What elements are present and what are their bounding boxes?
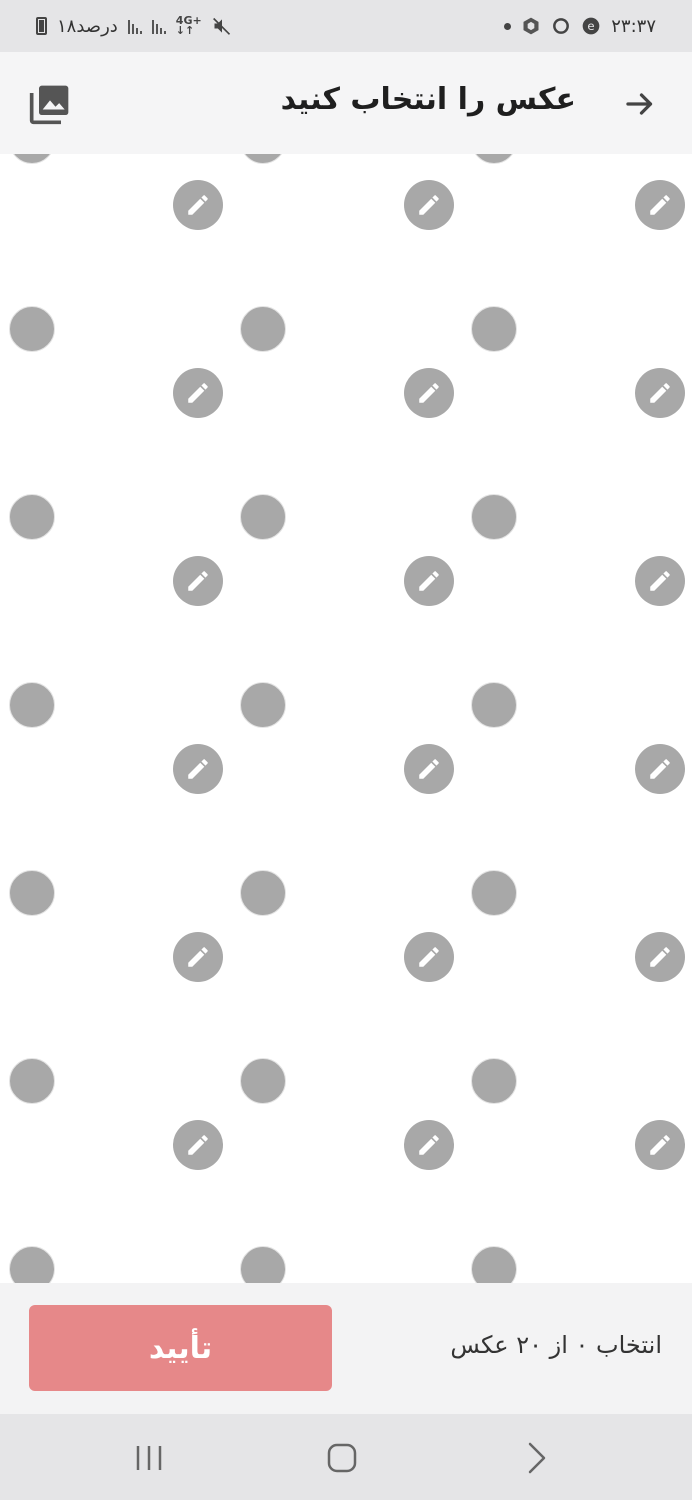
- select-circle[interactable]: [240, 1246, 286, 1283]
- photo-tile[interactable]: [462, 894, 692, 1170]
- photo-tile[interactable]: [462, 706, 692, 982]
- photo-tile[interactable]: [0, 154, 231, 418]
- photo-tile[interactable]: [231, 1082, 462, 1283]
- svg-text:e: e: [588, 19, 595, 33]
- recent-apps-icon[interactable]: [129, 1438, 169, 1478]
- home-icon[interactable]: [322, 1438, 362, 1478]
- photo-library-icon[interactable]: [28, 82, 72, 126]
- app-bar: عکس را انتخاب کنید: [0, 52, 692, 154]
- photo-tile[interactable]: [231, 706, 462, 982]
- photo-tile[interactable]: [462, 518, 692, 794]
- back-chevron-icon[interactable]: [516, 1438, 556, 1478]
- selection-count: انتخاب ۰ از ۲۰ عکس: [450, 1331, 662, 1359]
- photo-tile[interactable]: [0, 1082, 231, 1283]
- mute-icon: [212, 17, 230, 35]
- photo-tile[interactable]: [0, 894, 231, 1170]
- photo-grid: [0, 154, 692, 1283]
- signal-icon-1: [127, 18, 142, 34]
- photo-tile[interactable]: [231, 518, 462, 794]
- status-bar: ۱۸درصد 4G+ ↓↑ e ۲۳:۳۷: [0, 0, 692, 52]
- sync-icon: [553, 18, 570, 34]
- battery-icon: [36, 17, 47, 35]
- hexagon-app-icon: [523, 17, 539, 35]
- arrow-right-icon[interactable]: [622, 86, 658, 122]
- photo-tile[interactable]: [462, 1082, 692, 1283]
- network-4g-icon: 4G+ ↓↑: [175, 14, 202, 37]
- clock: ۲۳:۳۷: [611, 15, 656, 37]
- photo-tile[interactable]: [462, 154, 692, 418]
- photo-tile[interactable]: [0, 518, 231, 794]
- notification-dot: [504, 22, 512, 30]
- photo-tile[interactable]: [231, 154, 462, 418]
- select-circle[interactable]: [9, 1246, 55, 1283]
- photo-tile[interactable]: [462, 330, 692, 606]
- status-left: ۱۸درصد 4G+ ↓↑: [36, 14, 232, 37]
- network-type-label: 4G+: [175, 14, 202, 27]
- page-title: عکس را انتخاب کنید: [280, 82, 576, 117]
- photo-tile[interactable]: [0, 706, 231, 982]
- photo-tile[interactable]: [231, 330, 462, 606]
- photo-tile[interactable]: [231, 894, 462, 1170]
- select-circle[interactable]: [471, 1246, 517, 1283]
- bottom-bar: تأیید انتخاب ۰ از ۲۰ عکس: [0, 1283, 692, 1414]
- battery-percentage: ۱۸درصد: [57, 15, 118, 37]
- app-icon-e: e: [582, 17, 600, 35]
- status-right: e ۲۳:۳۷: [504, 16, 656, 37]
- confirm-button[interactable]: تأیید: [29, 1305, 332, 1391]
- system-nav-bar: [0, 1414, 692, 1500]
- photo-tile[interactable]: [0, 330, 231, 606]
- signal-icon-2: [151, 18, 166, 34]
